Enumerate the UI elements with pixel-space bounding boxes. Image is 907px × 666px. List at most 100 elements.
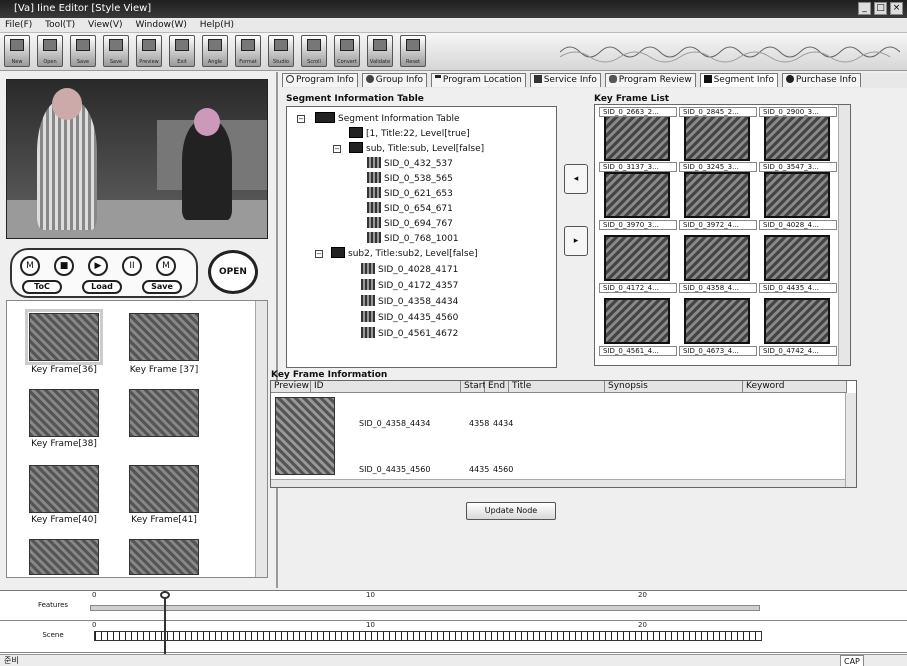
stop-button[interactable]: ■ [54, 256, 74, 276]
row-end[interactable]: 4560 [493, 465, 513, 474]
maximize-button[interactable]: □ [874, 2, 887, 15]
features-bar[interactable] [90, 605, 760, 611]
keyframe-list-item[interactable]: SID_0_2900_3... SID_0_3547_3... [759, 107, 837, 172]
pane-splitter[interactable] [276, 72, 278, 588]
collapse-toggle[interactable]: − [315, 250, 323, 258]
keyframe-thumb[interactable] [29, 539, 99, 575]
row-start[interactable]: 4358 [469, 419, 489, 428]
tree-leaf[interactable]: SID_0_4435_4560 [361, 311, 458, 324]
keyframe-thumb[interactable] [25, 309, 103, 365]
toolbar-button[interactable]: Angle [202, 35, 228, 67]
tree-node[interactable]: [1, Title:22, Level[true] [349, 127, 470, 140]
menu-help[interactable]: Help(H) [195, 18, 239, 33]
menu-view[interactable]: View(V) [83, 18, 128, 33]
playhead-handle-icon[interactable] [160, 591, 170, 599]
toolbar-button[interactable]: Save [70, 35, 96, 67]
tree-leaf[interactable]: SID_0_654_671 [367, 202, 453, 215]
toolbar-button[interactable]: Validate [367, 35, 393, 67]
toolbar-button[interactable]: Reset [400, 35, 426, 67]
tree-leaf[interactable]: SID_0_768_1001 [367, 232, 459, 245]
toolbar-button[interactable]: Scroll [301, 35, 327, 67]
row-start[interactable]: 4435 [469, 465, 489, 474]
keyframe-thumb[interactable] [29, 389, 99, 437]
keyframe-list-item[interactable]: SID_0_2845_2... SID_0_3245_3... [679, 107, 757, 172]
toolbar-button[interactable]: Save [103, 35, 129, 67]
tab-purchase-info[interactable]: Purchase Info [781, 73, 861, 87]
update-node-button[interactable]: Update Node [466, 502, 556, 520]
keyframe-list-item[interactable]: SID_0_4172_4... [599, 233, 677, 295]
keyframe-list-item[interactable]: SID_0_4435_4... [759, 233, 837, 295]
keyframe-list-item[interactable]: SID_0_4742_4... [759, 296, 837, 358]
save-button[interactable]: Save [142, 280, 182, 294]
toolbar-button[interactable]: Preview [136, 35, 162, 67]
keyframe-list-item[interactable]: SID_0_4358_4... [679, 233, 757, 295]
toolbar-button[interactable]: Convert [334, 35, 360, 67]
col-title[interactable]: Title [509, 381, 605, 393]
tree-leaf[interactable]: SID_0_4172_4357 [361, 279, 458, 292]
keyframe-list-item[interactable]: SID_0_4561_4... [599, 296, 677, 358]
info-hscrollbar[interactable] [271, 479, 845, 487]
tree-leaf[interactable]: SID_0_538_565 [367, 172, 453, 185]
tree-leaf[interactable]: SID_0_621_653 [367, 187, 453, 200]
load-button[interactable]: Load [82, 280, 122, 294]
tab-program-location[interactable]: Program Location [430, 73, 526, 87]
keyframe-scrollbar[interactable] [255, 301, 267, 577]
tree-leaf[interactable]: SID_0_432_537 [367, 157, 453, 170]
keyframe-list-item[interactable]: SID_0_4673_4... [679, 296, 757, 358]
minimize-button[interactable]: _ [858, 2, 871, 15]
col-start[interactable]: Start [461, 381, 486, 393]
toolbar-button[interactable]: Studio [268, 35, 294, 67]
menu-window[interactable]: Window(W) [130, 18, 191, 33]
keyframe-list-item[interactable]: SID_0_4028_4... [759, 170, 837, 232]
toolbar-button[interactable]: Exit [169, 35, 195, 67]
keyframe-thumb[interactable] [129, 465, 199, 513]
tree-node[interactable]: sub2, Title:sub2, Level[false] [331, 247, 478, 260]
tree-root[interactable]: Segment Information Table [315, 112, 460, 125]
pause-button[interactable]: II [122, 256, 142, 276]
keyframe-list-item[interactable]: SID_0_2663_2... SID_0_3137_3... [599, 107, 677, 172]
tree-leaf[interactable]: SID_0_4358_4434 [361, 295, 458, 308]
tab-program-review[interactable]: Program Review [604, 73, 696, 87]
keyframe-thumb[interactable] [129, 313, 199, 361]
tree-leaf[interactable]: SID_0_694_767 [367, 217, 453, 230]
close-button[interactable]: × [890, 2, 903, 15]
row-end[interactable]: 4434 [493, 419, 513, 428]
col-end[interactable]: End [485, 381, 509, 393]
tab-group-info[interactable]: Group Info [361, 73, 428, 87]
toolbar-button[interactable]: New [4, 35, 30, 67]
keyframe-list-item[interactable]: SID_0_3970_3... [599, 170, 677, 232]
play-button[interactable]: ▶ [88, 256, 108, 276]
row-id[interactable]: SID_0_4358_4434 [359, 419, 430, 428]
prev-button[interactable]: M [20, 256, 40, 276]
keyframe-list-scrollbar[interactable] [838, 105, 850, 365]
open-button[interactable]: OPEN [208, 250, 258, 294]
scene-strip[interactable] [94, 631, 762, 641]
menu-tool[interactable]: Tool(T) [40, 18, 80, 33]
toolbar-button[interactable]: Format [235, 35, 261, 67]
tree-node[interactable]: sub, Title:sub, Level[false] [349, 142, 484, 155]
col-preview[interactable]: Preview [271, 381, 311, 393]
row-id[interactable]: SID_0_4435_4560 [359, 465, 430, 474]
col-synopsis[interactable]: Synopsis [605, 381, 743, 393]
add-keyframe-button[interactable]: ◂ [564, 164, 588, 194]
tree-leaf[interactable]: SID_0_4028_4171 [361, 263, 458, 276]
tab-program-info[interactable]: Program Info [282, 73, 358, 87]
col-keyword[interactable]: Keyword [743, 381, 847, 393]
keyframe-thumb[interactable] [29, 465, 99, 513]
tab-segment-info[interactable]: Segment Info [699, 73, 778, 87]
menu-file[interactable]: File(F) [0, 18, 37, 33]
tab-service-info[interactable]: Service Info [529, 73, 601, 87]
remove-keyframe-button[interactable]: ▸ [564, 226, 588, 256]
toc-button[interactable]: ToC [22, 280, 62, 294]
toolbar-button[interactable]: Open [37, 35, 63, 67]
collapse-toggle[interactable]: − [333, 145, 341, 153]
collapse-toggle[interactable]: − [297, 115, 305, 123]
col-id[interactable]: ID [311, 381, 461, 393]
keyframe-list-item[interactable]: SID_0_3972_4... [679, 170, 757, 232]
playhead[interactable] [164, 591, 166, 655]
tree-leaf[interactable]: SID_0_4561_4672 [361, 327, 458, 340]
next-button[interactable]: M [156, 256, 176, 276]
keyframe-thumb[interactable] [129, 389, 199, 437]
info-scrollbar[interactable] [845, 393, 856, 487]
keyframe-thumb[interactable] [129, 539, 199, 575]
